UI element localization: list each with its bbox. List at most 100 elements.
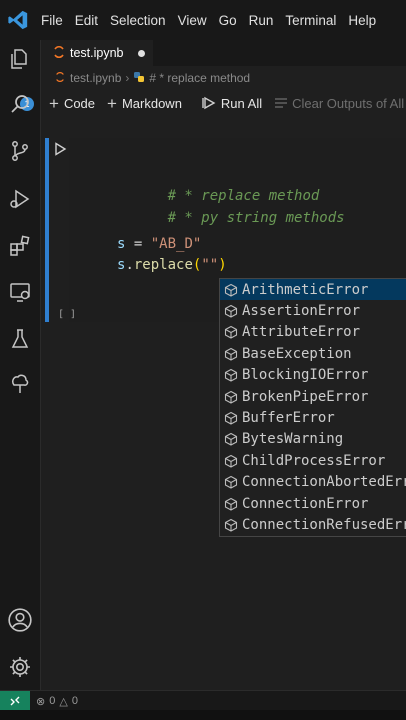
suggestion-item[interactable]: BlockingIOError: [220, 365, 406, 386]
suggestion-item[interactable]: ConnectionAbortedError: [220, 472, 406, 493]
suggestion-label: ArithmeticError: [242, 281, 369, 298]
suggestion-label: BrokenPipeError: [242, 388, 369, 405]
jupyter-file-icon: [55, 71, 65, 86]
menu-go[interactable]: Go: [219, 13, 237, 28]
menu-terminal[interactable]: Terminal: [285, 13, 336, 28]
remote-indicator-icon[interactable]: [0, 691, 30, 711]
menu-view[interactable]: View: [178, 13, 207, 28]
tab-label: test.ipynb: [70, 46, 124, 60]
menu-run[interactable]: Run: [249, 13, 274, 28]
explorer-icon[interactable]: [6, 45, 34, 73]
play-icon: [55, 142, 67, 156]
plus-icon: +: [49, 93, 59, 113]
class-symbol-icon: [224, 518, 238, 532]
run-all-button[interactable]: Run All: [202, 96, 262, 111]
breadcrumb-section[interactable]: # * replace method: [149, 71, 250, 85]
run-all-label: Run All: [220, 95, 263, 111]
warning-icon: △: [59, 695, 68, 708]
suggestion-item[interactable]: ConnectionRefusedError: [220, 514, 406, 535]
dot-token: .: [125, 257, 134, 273]
menu-edit[interactable]: Edit: [75, 13, 98, 28]
class-symbol-icon: [224, 283, 238, 297]
remote-explorer-icon[interactable]: [6, 278, 34, 306]
suggestion-label: AssertionError: [242, 303, 361, 320]
suggestion-item[interactable]: AttributeError: [220, 322, 406, 343]
jupyter-file-icon: [53, 45, 65, 62]
menu-bar: File Edit Selection View Go Run Terminal…: [0, 0, 406, 40]
menu-selection[interactable]: Selection: [110, 13, 166, 28]
testing-icon[interactable]: [6, 325, 34, 353]
code-line-4: s.replace(""): [117, 257, 227, 273]
chevron-right-icon: ›: [125, 71, 130, 85]
breadcrumb-file[interactable]: test.ipynb: [70, 71, 121, 85]
unsaved-dot-icon[interactable]: [137, 49, 145, 57]
menu-help[interactable]: Help: [348, 13, 376, 28]
suggestion-label: ChildProcessError: [242, 452, 386, 469]
suggestion-label: ConnectionError: [242, 495, 369, 512]
status-bar: ⊗ 0 △ 0: [0, 690, 406, 711]
code-line-2: # * py string methods: [117, 194, 345, 242]
extra-view-icon[interactable]: [6, 370, 34, 398]
breadcrumb: test.ipynb › # * replace method: [41, 66, 406, 90]
cell-focus-indicator: [45, 138, 49, 322]
python-icon: [133, 71, 145, 86]
run-debug-icon[interactable]: [6, 185, 34, 213]
vscode-logo-icon: [5, 7, 31, 33]
add-markdown-cell-button[interactable]: + Markdown: [107, 95, 182, 112]
suggestion-item[interactable]: BrokenPipeError: [220, 386, 406, 407]
suggestion-label: BufferError: [242, 410, 335, 427]
clear-outputs-button[interactable]: Clear Outputs of All: [274, 96, 404, 111]
add-code-cell-button[interactable]: + Code: [49, 95, 95, 112]
class-symbol-icon: [224, 326, 238, 340]
editor-tab-bar: test.ipynb: [41, 40, 406, 66]
problems-summary[interactable]: ⊗ 0 △ 0: [36, 695, 82, 708]
class-symbol-icon: [224, 369, 238, 382]
warning-count: 0: [71, 695, 78, 707]
suggestion-item[interactable]: AssertionError: [220, 300, 406, 321]
class-symbol-icon: [224, 454, 238, 468]
class-symbol-icon: [224, 411, 238, 425]
extensions-icon[interactable]: [6, 232, 34, 260]
suggestion-label: AttributeError: [242, 324, 361, 341]
suggestion-label: ConnectionRefusedError: [242, 516, 406, 533]
comment-token: # * py string methods: [167, 210, 345, 226]
suggestion-label: ConnectionAbortedError: [242, 474, 406, 491]
string-token: "AB_D": [150, 236, 202, 252]
plus-icon: +: [107, 93, 117, 113]
code-line-3: s = "AB_D": [117, 236, 201, 252]
clear-all-icon: [274, 97, 288, 109]
class-symbol-icon: [224, 433, 238, 447]
account-icon[interactable]: [6, 606, 34, 634]
error-count: 0: [49, 695, 56, 707]
settings-gear-icon[interactable]: [6, 653, 34, 681]
function-token: replace: [133, 257, 193, 273]
notebook-toolbar: + Code + Markdown Run All Clear Outputs …: [41, 90, 406, 116]
operator-token: =: [125, 236, 151, 252]
class-symbol-icon: [224, 390, 238, 404]
run-all-icon: [202, 96, 216, 110]
tab-test-ipynb[interactable]: test.ipynb: [41, 40, 153, 66]
suggestion-label: BlockingIOError: [242, 367, 369, 384]
search-icon[interactable]: [6, 90, 34, 118]
paren-close-token: ): [218, 257, 227, 273]
suggestion-label: BytesWarning: [242, 431, 344, 448]
suggestion-item[interactable]: BufferError: [220, 407, 406, 428]
source-control-icon[interactable]: [6, 137, 34, 165]
suggestion-item[interactable]: BytesWarning: [220, 429, 406, 450]
menu-file[interactable]: File: [41, 13, 63, 28]
suggestion-label: BaseException: [242, 345, 352, 362]
class-symbol-icon: [224, 476, 238, 489]
class-symbol-icon: [224, 347, 238, 361]
suggestion-item[interactable]: ArithmeticError: [220, 279, 406, 301]
class-symbol-icon: [224, 304, 238, 318]
execution-count: [ ]: [58, 309, 77, 320]
clear-outputs-label: Clear Outputs of All: [292, 95, 405, 111]
suggestion-item[interactable]: BaseException: [220, 343, 406, 364]
class-symbol-icon: [224, 497, 238, 511]
string-token: "": [201, 257, 219, 273]
bottom-edge: [0, 710, 406, 720]
suggestion-item[interactable]: ConnectionError: [220, 493, 406, 514]
activity-bar: 1: [0, 40, 41, 690]
suggestion-item[interactable]: ChildProcessError: [220, 450, 406, 471]
add-markdown-label: Markdown: [121, 95, 182, 111]
